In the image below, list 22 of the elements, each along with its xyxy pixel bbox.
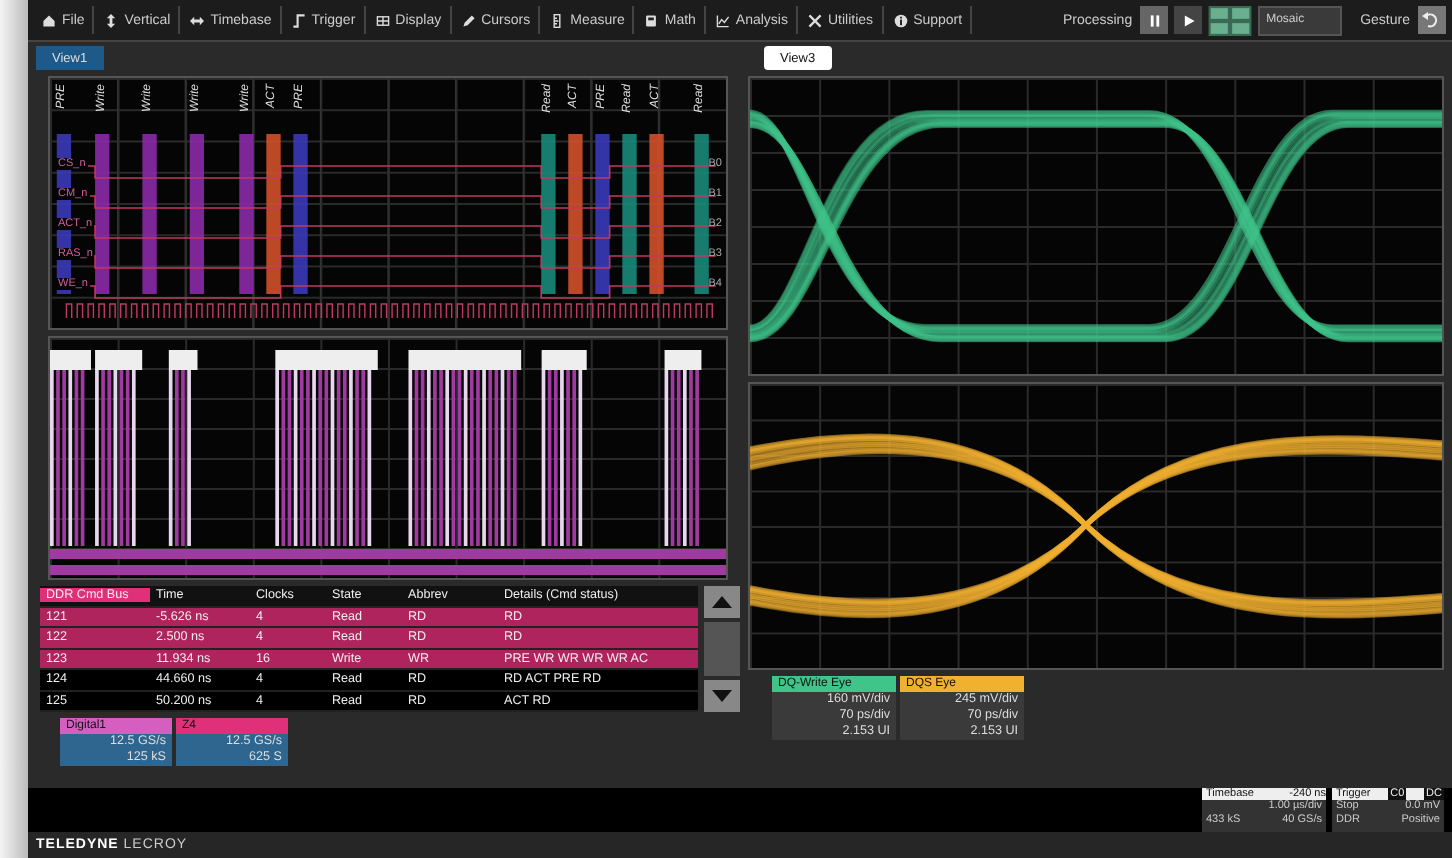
layout-grid-icon[interactable]: [1208, 5, 1253, 35]
ruler-icon: [550, 13, 565, 27]
pencil-icon: [461, 13, 476, 27]
undo-icon[interactable]: [1418, 6, 1446, 34]
scroll-up-button[interactable]: [704, 586, 740, 618]
play-icon: [1181, 13, 1196, 27]
scroll-thumb[interactable]: [704, 622, 740, 676]
up-triangle-icon: [712, 596, 732, 608]
info-icon: [893, 13, 908, 27]
edge-icon: [291, 13, 306, 27]
chart-icon: [715, 13, 730, 27]
pause-icon: [1147, 13, 1162, 27]
scroll-down-button[interactable]: [704, 680, 740, 712]
horizontal-arrows-icon: [190, 13, 205, 27]
tools-icon: [808, 13, 822, 27]
vertical-arrows-icon: [104, 13, 119, 27]
pause-button[interactable]: [1140, 6, 1169, 34]
down-triangle-icon: [712, 690, 732, 702]
grid-icon: [375, 13, 390, 27]
house-icon: [42, 13, 56, 27]
calculator-icon: [644, 13, 659, 27]
play-button[interactable]: [1174, 6, 1203, 34]
